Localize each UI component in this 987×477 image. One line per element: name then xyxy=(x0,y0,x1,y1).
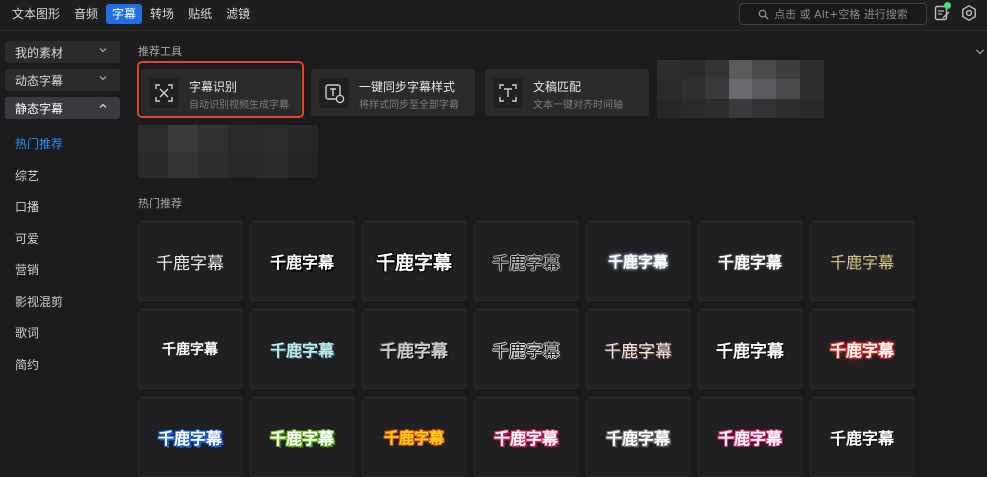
category-tabs: 文本图形 音频 字幕 转场 贴纸 滤镜 xyxy=(6,4,256,24)
category-label: 动态字幕 xyxy=(15,74,64,88)
tool-desc: 文本一键对齐时间轴 xyxy=(533,100,623,111)
preset-text: 千鹿字幕 xyxy=(380,341,448,362)
preset-text: 千鹿字幕 xyxy=(375,251,452,274)
sidebar-item-talk[interactable]: 口播 xyxy=(15,198,39,215)
sidebar-item-simple[interactable]: 简约 xyxy=(15,356,39,373)
preset-text: 千鹿字幕 xyxy=(716,341,784,362)
subtitle-preset-card[interactable]: 千鹿字幕 xyxy=(138,397,242,477)
subtitle-preset-card[interactable]: 千鹿字幕 xyxy=(250,221,354,301)
preset-text: 千鹿字幕 xyxy=(607,252,668,271)
tool-sync-style[interactable]: 一键同步字幕样式 将样式同步至全部字幕 xyxy=(311,69,475,116)
preset-text: 千鹿字幕 xyxy=(604,341,672,362)
subtitle-preset-card[interactable]: 千鹿字幕 xyxy=(474,397,578,477)
subtitle-preset-card[interactable]: 千鹿字幕 xyxy=(362,221,466,301)
preset-text: 千鹿字幕 xyxy=(383,428,444,447)
sidebar-item-variety[interactable]: 综艺 xyxy=(15,167,39,184)
tab-stickers[interactable]: 贴纸 xyxy=(182,4,218,24)
top-bar: 文本图形 音频 字幕 转场 贴纸 滤镜 点击 或 Alt+空格 进行搜索 xyxy=(0,0,987,31)
tool-desc: 将样式同步至全部字幕 xyxy=(359,100,459,111)
sidebar-category-static-subtitles[interactable]: 静态字幕 xyxy=(5,97,120,119)
preset-text: 千鹿字幕 xyxy=(493,429,558,448)
subtitle-preset-card[interactable]: 千鹿字幕 xyxy=(250,397,354,477)
sidebar-item-lyrics[interactable]: 歌词 xyxy=(15,324,39,341)
subtitle-preset-card[interactable]: 千鹿字幕 xyxy=(362,397,466,477)
search-placeholder: 点击 或 Alt+空格 进行搜索 xyxy=(774,8,908,21)
preset-text: 千鹿字幕 xyxy=(269,253,334,272)
subtitle-preset-card[interactable]: 千鹿字幕 xyxy=(250,309,354,389)
subtitle-preset-card[interactable]: 千鹿字幕 xyxy=(698,397,802,477)
chevron-up-icon xyxy=(99,103,107,108)
subtitle-preset-card[interactable]: 千鹿字幕 xyxy=(474,221,578,301)
preset-text: 千鹿字幕 xyxy=(829,429,894,448)
preset-text: 千鹿字幕 xyxy=(605,429,670,448)
update-badge xyxy=(944,2,951,9)
sidebar: 我的素材 动态字幕 静态字幕 热门推荐 综艺 口播 可爱 营销 影视混剪 歌词 … xyxy=(0,31,128,475)
tool-title: 文稿匹配 xyxy=(533,80,582,94)
tab-subtitles[interactable]: 字幕 xyxy=(106,4,143,24)
preset-text: 千鹿字幕 xyxy=(492,253,560,274)
preset-text: 千鹿字幕 xyxy=(162,342,218,358)
subtitle-preset-card[interactable]: 千鹿字幕 xyxy=(810,397,914,477)
tab-audio[interactable]: 音频 xyxy=(68,4,104,24)
chevron-down-icon[interactable] xyxy=(974,46,986,58)
main-panel: 推荐工具 字幕识别 自动识别视频生成字幕 一键同步字幕样式 将样式同步至全部字幕 xyxy=(128,31,987,477)
tab-transitions[interactable]: 转场 xyxy=(144,4,180,24)
search-icon xyxy=(758,9,769,20)
subtitle-preset-card[interactable]: 千鹿字幕 xyxy=(698,309,802,389)
preset-text: 千鹿字幕 xyxy=(157,429,222,448)
sidebar-category-my-assets[interactable]: 我的素材 xyxy=(5,41,120,63)
sidebar-item-cute[interactable]: 可爱 xyxy=(15,230,39,247)
selection-highlight xyxy=(137,61,304,118)
subtitle-preset-card[interactable]: 千鹿字幕 xyxy=(586,309,690,389)
preset-text: 千鹿字幕 xyxy=(492,341,560,362)
category-label: 静态字幕 xyxy=(15,102,64,116)
subtitle-preset-card[interactable]: 千鹿字幕 xyxy=(586,397,690,477)
subtitle-preset-card[interactable]: 千鹿字幕 xyxy=(138,309,242,389)
preset-text: 千鹿字幕 xyxy=(269,429,334,448)
preset-text: 千鹿字幕 xyxy=(269,341,334,360)
chevron-down-icon xyxy=(99,48,107,53)
subtitle-preset-card[interactable]: 千鹿字幕 xyxy=(698,221,802,301)
tab-filters[interactable]: 滤镜 xyxy=(220,4,256,24)
tools-section-title: 推荐工具 xyxy=(138,45,182,58)
category-label: 我的素材 xyxy=(15,46,64,60)
subtitle-preset-card[interactable]: 千鹿字幕 xyxy=(810,221,914,301)
sidebar-item-marketing[interactable]: 营销 xyxy=(15,261,39,278)
sidebar-item-film-mix[interactable]: 影视混剪 xyxy=(15,293,63,310)
tab-text-graphics[interactable]: 文本图形 xyxy=(6,4,66,24)
subtitle-preset-card[interactable]: 千鹿字幕 xyxy=(474,309,578,389)
tool-title: 一键同步字幕样式 xyxy=(359,80,456,94)
settings-gear-icon[interactable] xyxy=(960,4,978,22)
tool-text-match[interactable]: 文稿匹配 文本一键对齐时间轴 xyxy=(485,69,649,116)
icon-box xyxy=(493,78,523,108)
subtitle-preset-card[interactable]: 千鹿字幕 xyxy=(810,309,914,389)
search-input[interactable]: 点击 或 Alt+空格 进行搜索 xyxy=(739,3,927,25)
preset-text: 千鹿字幕 xyxy=(829,341,894,360)
blurred-tool-card xyxy=(138,125,318,178)
preset-text: 千鹿字幕 xyxy=(717,429,782,448)
subtitle-preset-card[interactable]: 千鹿字幕 xyxy=(362,309,466,389)
sync-style-icon xyxy=(325,84,345,104)
subtitle-preset-card[interactable]: 千鹿字幕 xyxy=(138,221,242,301)
preset-text: 千鹿字幕 xyxy=(156,253,224,274)
preset-text: 千鹿字幕 xyxy=(829,253,894,272)
subtitle-preset-card[interactable]: 千鹿字幕 xyxy=(586,221,690,301)
text-match-icon xyxy=(499,84,517,102)
sidebar-category-dynamic-subtitles[interactable]: 动态字幕 xyxy=(5,69,120,91)
hot-section-title: 热门推荐 xyxy=(138,197,182,210)
icon-box xyxy=(319,78,349,108)
preset-text: 千鹿字幕 xyxy=(717,253,782,272)
chevron-down-icon xyxy=(99,76,107,81)
blurred-tool-card xyxy=(657,60,824,118)
sidebar-item-hot[interactable]: 热门推荐 xyxy=(15,135,63,152)
